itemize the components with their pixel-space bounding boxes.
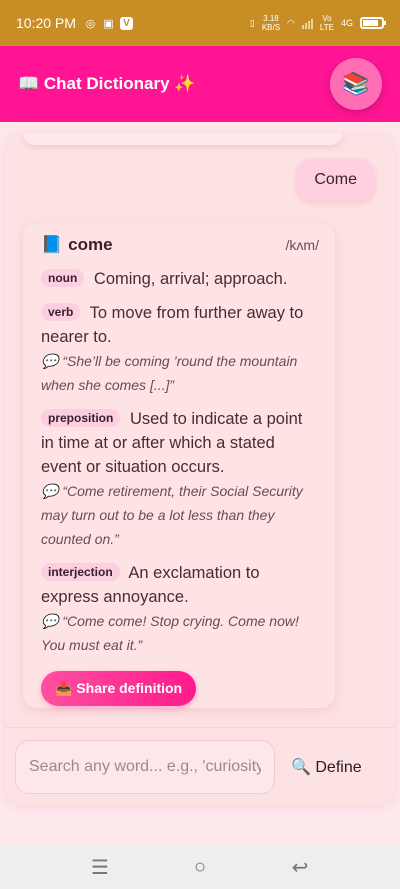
battery-icon bbox=[360, 17, 386, 29]
wifi-icon: ◠ bbox=[287, 17, 295, 28]
sense-interjection: interjection An exclamation to express a… bbox=[41, 561, 319, 657]
sense-example: 💬 “She’ll be coming ’round the mountain … bbox=[41, 353, 298, 393]
pos-badge: verb bbox=[41, 303, 81, 321]
books-menu-button[interactable]: 📚 bbox=[330, 58, 382, 110]
v-app-icon: V bbox=[119, 16, 133, 30]
status-right: ▯ 3.18 KB/S ◠ Vo LTE 4G bbox=[249, 14, 386, 32]
home-button[interactable]: ○ bbox=[180, 852, 220, 882]
sense-text: To move from further away to nearer to. bbox=[41, 304, 304, 346]
data-speed-value: 3.18 bbox=[263, 14, 279, 23]
back-icon: ↩ bbox=[291, 856, 309, 879]
phonetic: /kʌm/ bbox=[285, 237, 319, 253]
sense-example: 💬 “Come come! Stop crying. Come now! You… bbox=[41, 613, 299, 653]
sense-example: 💬 “Come retirement, their Social Securit… bbox=[41, 483, 303, 547]
sense-preposition: preposition Used to indicate a point in … bbox=[41, 407, 319, 551]
definition-header: 📘 come /kʌm/ bbox=[41, 235, 319, 255]
user-message-bubble: Come bbox=[296, 159, 375, 201]
status-time: 10:20 PM bbox=[16, 15, 76, 31]
status-bar: 10:20 PM ◎ ▣ V ▯ 3.18 KB/S ◠ Vo LTE 4G bbox=[0, 0, 400, 46]
app-header: 📖 Chat Dictionary ✨ 📚 bbox=[0, 46, 400, 122]
pos-badge: interjection bbox=[41, 563, 120, 581]
home-icon: ○ bbox=[193, 855, 207, 878]
battery-fill bbox=[363, 20, 379, 26]
signal-icon bbox=[301, 17, 313, 29]
definition-word: come bbox=[68, 235, 113, 254]
sense-text: Coming, arrival; approach. bbox=[93, 270, 288, 288]
app-title: 📖 Chat Dictionary ✨ bbox=[18, 74, 196, 93]
search-input[interactable] bbox=[15, 739, 275, 794]
pos-badge: preposition bbox=[41, 409, 121, 427]
define-button[interactable]: 🔍 Define bbox=[287, 749, 366, 785]
book-icon: 📘 bbox=[41, 235, 63, 254]
previous-message-bubble bbox=[23, 133, 343, 145]
pos-badge: noun bbox=[41, 269, 85, 287]
network-top: Vo bbox=[322, 14, 332, 23]
network-label: Vo LTE bbox=[320, 14, 334, 32]
input-bar: 🔍 Define bbox=[5, 727, 395, 805]
sense-verb: verb To move from further away to nearer… bbox=[41, 301, 319, 397]
sense-noun: noun Coming, arrival; approach. bbox=[41, 267, 319, 291]
share-definition-button[interactable]: 📤 Share definition bbox=[41, 671, 197, 706]
recent-apps-icon: ☰ bbox=[91, 856, 109, 879]
network-bottom: LTE bbox=[319, 23, 334, 32]
data-speed: 3.18 KB/S bbox=[262, 14, 280, 32]
vibrate-icon: ▯ bbox=[249, 17, 255, 28]
system-nav-bar: ☰ ○ ↩ bbox=[0, 845, 400, 889]
recent-apps-button[interactable]: ☰ bbox=[80, 852, 120, 882]
notification-icons: ◎ ▣ V bbox=[84, 16, 133, 30]
notification-icon: ◎ bbox=[85, 17, 96, 30]
network-type: 4G bbox=[340, 18, 353, 28]
data-speed-unit: KB/S bbox=[261, 23, 281, 32]
back-button[interactable]: ↩ bbox=[280, 852, 320, 882]
app-notification-icon: ▣ bbox=[103, 17, 114, 30]
definition-card: 📘 come /kʌm/ noun Coming, arrival; appro… bbox=[23, 223, 335, 708]
books-icon: 📚 bbox=[342, 71, 370, 96]
chat-container: Come 📘 come /kʌm/ noun Coming, arrival; … bbox=[5, 133, 395, 805]
